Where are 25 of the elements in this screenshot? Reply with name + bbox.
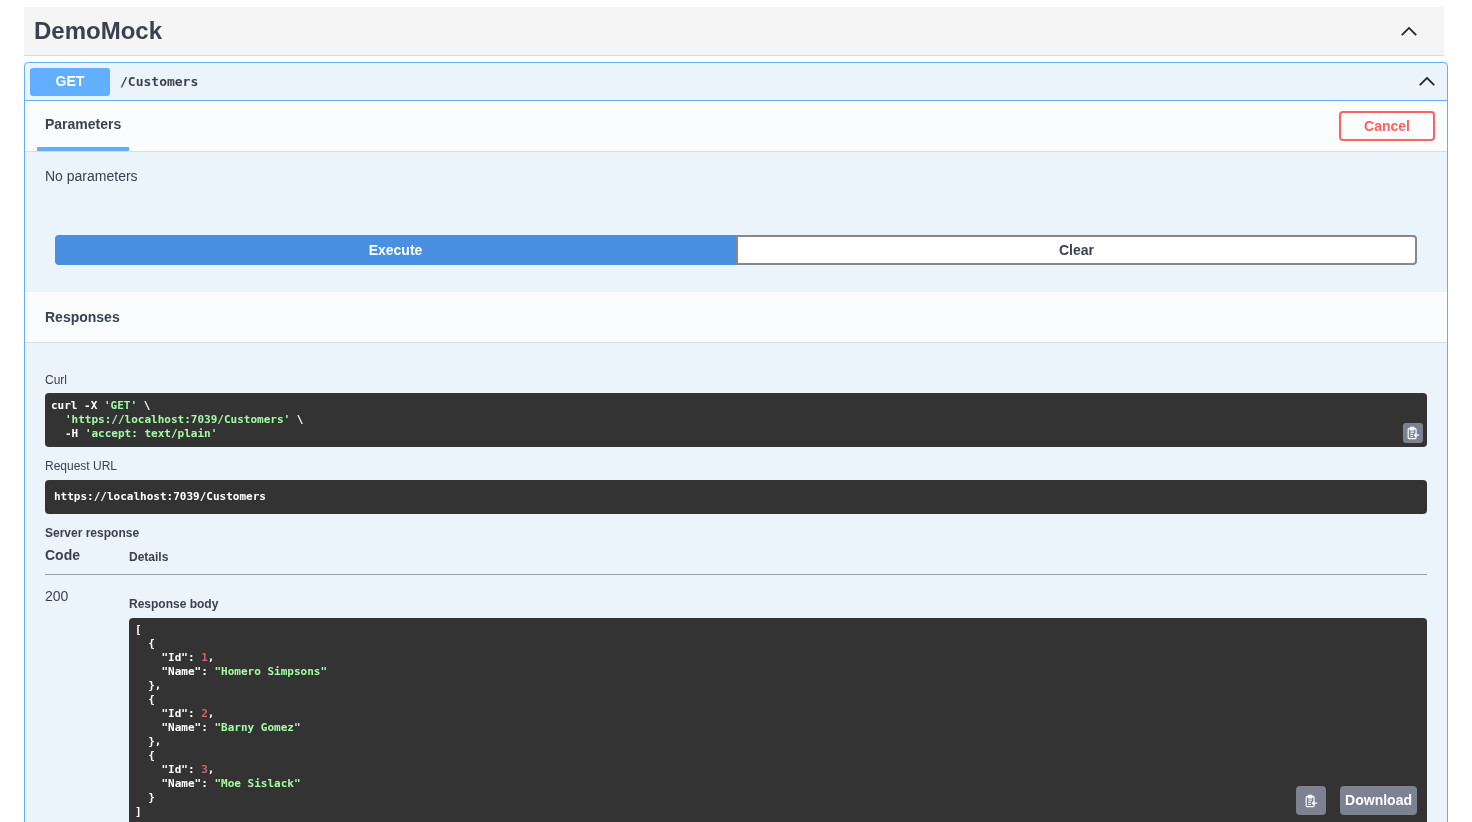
clipboard-icon xyxy=(1304,793,1319,808)
clipboard-icon xyxy=(1406,426,1420,440)
copy-button[interactable] xyxy=(1296,786,1327,815)
download-button[interactable]: Download xyxy=(1340,786,1417,815)
endpoint-path: /Customers xyxy=(120,72,200,91)
column-header: Details xyxy=(129,549,169,566)
response-body-label: Response body xyxy=(129,596,220,613)
column-header: Code xyxy=(45,546,81,565)
server-response-label: Server response xyxy=(45,525,141,542)
responses-heading: Responses xyxy=(45,307,120,327)
chevron-up-icon[interactable] xyxy=(1400,25,1418,37)
curl-command: curl -X 'GET' \ 'https://localhost:7039/Customers' \ -H 'accept: text/plain' xyxy=(51,399,304,441)
curl-label: Curl xyxy=(45,372,68,389)
response-code: 200 xyxy=(45,587,70,606)
method-badge: GET xyxy=(30,67,110,96)
no-parameters-message: No parameters xyxy=(45,167,139,186)
request-url: https://localhost:7039/Customers xyxy=(54,488,266,505)
clear-button[interactable]: Clear xyxy=(736,235,1417,265)
section-title: DemoMock xyxy=(34,16,163,46)
request-url-label: Request URL xyxy=(45,458,119,475)
section-header[interactable]: DemoMock xyxy=(24,7,1444,56)
tab[interactable]: Parameters xyxy=(37,101,130,151)
chevron-up-icon[interactable] xyxy=(1418,76,1436,87)
copy-button[interactable] xyxy=(1403,423,1423,443)
response-body: [ { "Id": 1, "Name": "Homero Simpsons" }, { "Id": 2, "Name": "Barny Gomez" }, { "Id": 3, "Name": "Moe Sislack" } ] xyxy=(135,623,328,819)
